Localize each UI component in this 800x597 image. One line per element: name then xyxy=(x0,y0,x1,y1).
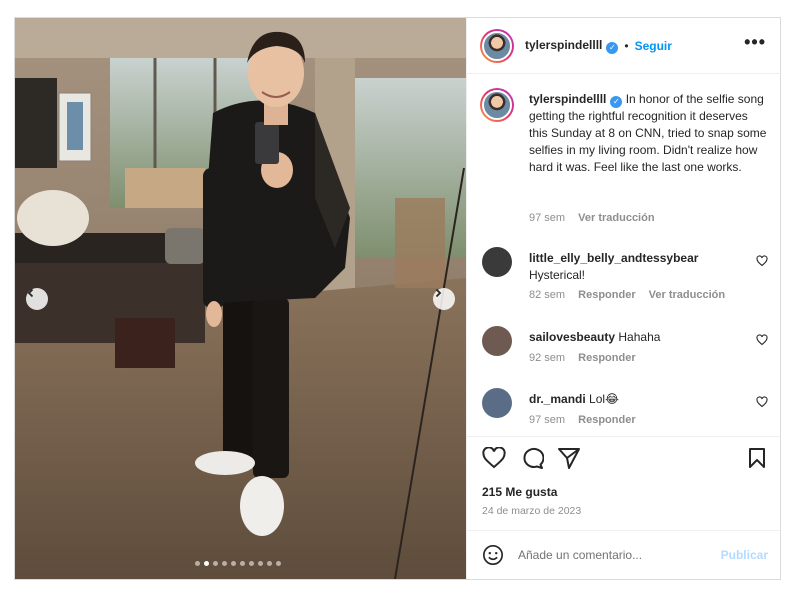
comment-time: 92 sem xyxy=(529,352,566,364)
author-avatar[interactable] xyxy=(480,28,514,63)
comment-body: Hysterical! xyxy=(529,268,586,282)
reply-link[interactable]: Responder xyxy=(578,289,635,301)
comment-text: sailovesbeauty Hahaha xyxy=(529,329,749,346)
post-header: tylerspindellll ✓ • Seguir ••• xyxy=(467,18,782,74)
heart-icon[interactable] xyxy=(482,447,506,469)
share-icon[interactable] xyxy=(557,447,581,469)
comment-time: 82 sem xyxy=(529,289,566,301)
likes-count[interactable]: 215 Me gusta xyxy=(482,485,557,499)
slide-dot xyxy=(231,561,236,566)
commenter-avatar[interactable] xyxy=(482,247,512,277)
post-date: 24 de marzo de 2023 xyxy=(482,505,582,517)
reply-link[interactable]: Responder xyxy=(578,414,635,426)
caption-avatar[interactable] xyxy=(480,88,514,122)
author-username[interactable]: tylerspindellll ✓ xyxy=(525,38,619,54)
chevron-right-icon xyxy=(435,288,442,298)
more-options-icon[interactable]: ••• xyxy=(744,33,766,51)
comment-meta: 82 sem Responder Ver traducción xyxy=(529,289,769,301)
comment-item: dr._mandi Lol😂 97 sem Responder xyxy=(480,388,770,434)
slide-dot xyxy=(249,561,254,566)
comment-meta: 97 sem Responder xyxy=(529,414,769,426)
comments-list[interactable]: tylerspindellll ✓ In honor of the selfie … xyxy=(467,74,782,434)
comment-input[interactable] xyxy=(518,543,708,567)
slide-dot xyxy=(258,561,263,566)
chevron-left-icon xyxy=(27,288,34,298)
caption-time: 97 sem xyxy=(529,212,566,224)
instagram-post: tylerspindellll ✓ • Seguir ••• tylerspind… xyxy=(14,17,782,580)
post-media[interactable] xyxy=(15,18,466,579)
comment-body: Hahaha xyxy=(618,330,661,344)
next-slide-button[interactable] xyxy=(433,288,455,310)
comment-body: Lol😂 xyxy=(589,392,620,406)
comment-icon[interactable] xyxy=(520,447,544,469)
commenter-avatar[interactable] xyxy=(482,388,512,418)
publish-comment-button[interactable]: Publicar xyxy=(721,548,768,562)
post-sidebar: tylerspindellll ✓ • Seguir ••• tylerspind… xyxy=(466,18,782,579)
comment-like-heart-icon[interactable] xyxy=(756,255,768,267)
slide-dot xyxy=(195,561,200,566)
translate-link[interactable]: Ver traducción xyxy=(649,289,725,301)
slide-dot xyxy=(276,561,281,566)
slide-dot xyxy=(222,561,227,566)
comment-text: little_elly_belly_andtessybear Hysterica… xyxy=(529,250,749,284)
commenter-username[interactable]: sailovesbeauty xyxy=(529,330,615,344)
slide-dot xyxy=(267,561,272,566)
comment-like-heart-icon[interactable] xyxy=(756,334,768,346)
slide-dot xyxy=(213,561,218,566)
slide-indicator xyxy=(195,561,281,566)
commenter-username[interactable]: dr._mandi xyxy=(529,392,586,406)
caption-text: tylerspindellll ✓ In honor of the selfie … xyxy=(529,91,769,176)
caption-username[interactable]: tylerspindellll xyxy=(529,92,606,106)
caption-translate-link[interactable]: Ver traducción xyxy=(578,212,654,224)
separator: • xyxy=(624,38,629,53)
previous-slide-button[interactable] xyxy=(26,288,48,310)
verified-badge-icon: ✓ xyxy=(610,96,623,108)
commenter-avatar[interactable] xyxy=(482,326,512,356)
post-photo xyxy=(15,18,466,579)
comment-item: little_elly_belly_andtessybear Hysterica… xyxy=(480,247,770,307)
slide-dot xyxy=(240,561,245,566)
comment-text: dr._mandi Lol😂 xyxy=(529,391,749,408)
comment-time: 97 sem xyxy=(529,414,566,426)
post-actions-bar xyxy=(467,436,782,476)
comment-like-heart-icon[interactable] xyxy=(756,396,768,408)
emoji-icon[interactable] xyxy=(482,544,504,566)
add-comment-bar: Publicar xyxy=(467,530,782,579)
comment-item: sailovesbeauty Hahaha 92 sem Responder xyxy=(480,326,770,386)
follow-button[interactable]: Seguir xyxy=(635,39,672,53)
bookmark-icon[interactable] xyxy=(746,447,768,469)
comment-meta: 92 sem Responder xyxy=(529,352,769,364)
verified-badge-icon: ✓ xyxy=(606,41,619,54)
caption-meta: 97 sem Ver traducción xyxy=(529,212,769,224)
commenter-username[interactable]: little_elly_belly_andtessybear xyxy=(529,251,698,265)
slide-dot xyxy=(204,561,209,566)
reply-link[interactable]: Responder xyxy=(578,352,635,364)
